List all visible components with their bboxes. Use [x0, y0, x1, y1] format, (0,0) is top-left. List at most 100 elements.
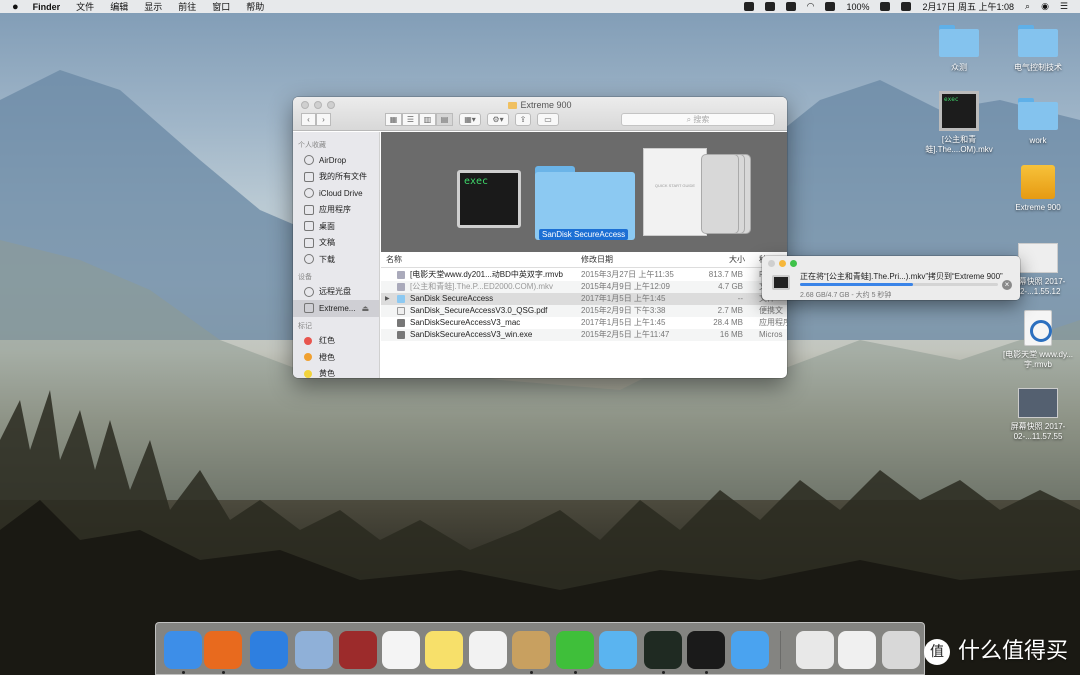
column-header-name[interactable]: 名称 — [386, 254, 402, 265]
menu-help[interactable]: 帮助 — [246, 0, 264, 13]
sidebar-item-extreme[interactable]: Extreme... ⏏ — [293, 300, 379, 317]
preview-installer-icon[interactable] — [701, 154, 751, 234]
sidebar-item-desktop[interactable]: 桌面 — [293, 218, 379, 235]
desktop-icon-screenshot-2[interactable]: 屏幕快照 2017-02-...11.57.55 — [998, 388, 1078, 442]
disclosure-triangle-icon[interactable]: ▶ — [385, 293, 390, 305]
dock-messages-icon[interactable] — [731, 631, 769, 669]
dock-speaker-icon[interactable] — [512, 631, 550, 669]
dock-preview-docs-icon[interactable] — [838, 631, 876, 669]
documents-icon — [304, 237, 314, 248]
applications-icon — [304, 204, 314, 215]
desktop-icon-folder-zhongce[interactable]: 众测 — [919, 25, 999, 73]
column-view-icon[interactable]: ▥ — [419, 113, 436, 126]
time-machine-icon[interactable] — [785, 2, 796, 11]
menu-bar: ● Finder 文件 编辑 显示 前往 窗口 帮助 ◠ 100% 2月17日 … — [0, 0, 1080, 13]
file-row[interactable]: SanDisk_SecureAccessV3.0_QSG.pdf 2015年2月… — [381, 305, 787, 317]
search-field[interactable]: ⌕ 搜索 — [621, 113, 775, 126]
dock-activity-monitor-icon[interactable] — [644, 631, 682, 669]
dock-qq-bubble-icon[interactable] — [599, 631, 637, 669]
desktop-icon-folder-electrical[interactable]: 电气控制技术 — [998, 25, 1078, 73]
dock-sequel-icon[interactable] — [796, 631, 834, 669]
arrange-button[interactable]: ▦▾ — [459, 113, 481, 126]
tag-dot-orange — [304, 353, 312, 362]
dock-running-indicator — [182, 671, 185, 674]
menu-edit[interactable]: 编辑 — [110, 0, 128, 13]
sidebar-item-documents[interactable]: 文稿 — [293, 235, 379, 252]
menu-go[interactable]: 前往 — [178, 0, 196, 13]
minimize-button[interactable] — [779, 260, 786, 267]
sidebar-tag-red[interactable]: 红色 — [293, 333, 379, 350]
video-file-icon — [397, 271, 405, 279]
list-view-icon[interactable]: ☰ — [402, 113, 419, 126]
spotlight-search-icon[interactable]: ⌕ — [1025, 1, 1030, 12]
tag-icon[interactable]: ▭ — [537, 113, 559, 126]
sidebar-item-icloud[interactable]: iCloud Drive — [293, 185, 379, 202]
back-button[interactable]: ‹ — [301, 113, 316, 126]
column-header-size[interactable]: 大小 — [729, 254, 745, 265]
sidebar-item-all-files[interactable]: 我的所有文件 — [293, 169, 379, 186]
dock-trash-icon[interactable] — [882, 631, 920, 669]
icon-view-icon[interactable]: ▦ — [385, 113, 402, 126]
tag-dot-red — [304, 336, 312, 345]
sidebar-tag-yellow[interactable]: 黄色 — [293, 366, 379, 378]
copy-progress-bar — [800, 283, 998, 286]
file-row[interactable]: [电影天堂www.dy201...动BD中英双字.rmvb 2015年3月27日… — [381, 269, 787, 281]
clock[interactable]: 2月17日 周五 上午1:08 — [922, 0, 1014, 13]
battery-icon[interactable] — [880, 2, 891, 11]
preview-exec-icon[interactable]: exec — [447, 156, 531, 236]
sidebar-item-applications[interactable]: 应用程序 — [293, 202, 379, 219]
sidebar-item-airdrop[interactable]: AirDrop — [293, 152, 379, 169]
desktop-icon-folder-work[interactable]: work — [998, 98, 1078, 146]
finder-titlebar[interactable]: Extreme 900 ‹ › ▦ ☰ ▥ ▤ ▦▾ ⚙▾ ⇪ ▭ ⌕ 搜索 — [293, 97, 787, 131]
battery-percent[interactable]: 100% — [846, 2, 869, 12]
tag-dot-yellow — [304, 369, 312, 378]
apple-menu-icon[interactable]: ● — [12, 1, 19, 13]
wifi-icon[interactable]: ◠ — [807, 1, 815, 12]
dock-mail-icon[interactable] — [295, 631, 333, 669]
dock-qq-icon[interactable] — [687, 631, 725, 669]
file-row[interactable]: [公主和青蛙].The.P...ED2000.COM).mkv 2015年4月9… — [381, 281, 787, 293]
finder-window: Extreme 900 ‹ › ▦ ☰ ▥ ▤ ▦▾ ⚙▾ ⇪ ▭ ⌕ 搜索 个… — [293, 97, 787, 378]
dock-notes-icon[interactable] — [425, 631, 463, 669]
siri-icon[interactable]: ◉ — [1041, 1, 1049, 12]
list-header: 名称 修改日期 大小 种 — [381, 252, 787, 268]
forward-button[interactable]: › — [316, 113, 331, 126]
share-icon[interactable]: ⇪ — [515, 113, 531, 126]
desktop-icon-rmvb-file[interactable]: [电影天堂 www.dy...字.rmvb — [998, 310, 1078, 370]
cover-flow-icon[interactable]: ▤ — [436, 113, 453, 126]
dock-safari-icon[interactable] — [250, 631, 288, 669]
close-button[interactable] — [768, 260, 775, 267]
eject-icon[interactable]: ⏏ — [361, 304, 369, 313]
desktop-icon-extreme-drive[interactable]: Extreme 900 — [998, 165, 1078, 213]
preview-folder-icon[interactable]: SanDisk SecureAccess — [535, 166, 635, 242]
folder-icon — [1018, 25, 1058, 57]
desktop-icon-mkv-file[interactable]: exec [公主和青蛙].The....OM).mkv — [919, 91, 999, 155]
cancel-copy-icon[interactable]: × — [1002, 280, 1012, 290]
file-row[interactable]: SanDiskSecureAccessV3_win.exe 2015年2月5日 … — [381, 329, 787, 341]
notification-center-icon[interactable]: ☰ — [1060, 1, 1068, 12]
dock-calendar-icon[interactable] — [382, 631, 420, 669]
input-method-icon[interactable] — [901, 2, 912, 11]
menu-app-name[interactable]: Finder — [33, 2, 61, 12]
dock-dictionary-icon[interactable] — [339, 631, 377, 669]
action-gear-icon[interactable]: ⚙▾ — [487, 113, 509, 126]
dock-firefox-icon[interactable] — [204, 631, 242, 669]
menu-window[interactable]: 窗口 — [212, 0, 230, 13]
dock-finder-icon[interactable] — [164, 631, 202, 669]
status-app-icon-2[interactable] — [764, 2, 775, 11]
status-app-icon[interactable] — [743, 2, 754, 11]
column-header-date[interactable]: 修改日期 — [581, 254, 613, 265]
preview-document-icon[interactable]: QUICK START GUIDE — [643, 148, 707, 236]
sidebar-item-remote-disc[interactable]: 远程光盘 — [293, 284, 379, 301]
menu-file[interactable]: 文件 — [76, 0, 94, 13]
dock-wechat-icon[interactable] — [556, 631, 594, 669]
airplay-icon[interactable] — [825, 2, 836, 11]
sidebar-tag-orange[interactable]: 橙色 — [293, 349, 379, 366]
remote-disc-icon — [304, 286, 314, 297]
sidebar-item-downloads[interactable]: 下载 — [293, 251, 379, 268]
zoom-button[interactable] — [790, 260, 797, 267]
dock-photos-icon[interactable] — [469, 631, 507, 669]
file-row[interactable]: ▶ SanDisk SecureAccess 2017年1月5日 上午1:45 … — [381, 293, 787, 305]
file-row[interactable]: SanDiskSecureAccessV3_mac 2017年1月5日 上午1:… — [381, 317, 787, 329]
menu-view[interactable]: 显示 — [144, 0, 162, 13]
